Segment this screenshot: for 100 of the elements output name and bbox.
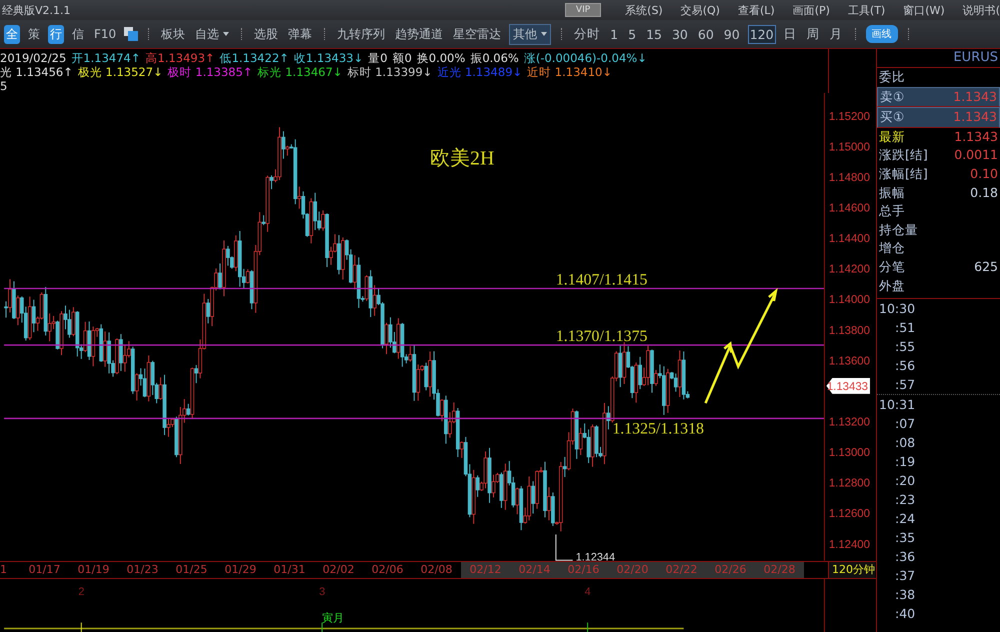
price-axis-label: 1.15000 <box>828 141 870 154</box>
toolbar-button[interactable]: 九转序列 <box>335 24 388 44</box>
date-axis-label: 02/14 <box>510 562 559 578</box>
current-price-tag: 1.13433 <box>826 378 870 394</box>
toolbar-button[interactable]: 趋势通道 <box>393 24 446 44</box>
tick-time: 10:31 <box>877 394 1000 414</box>
date-axis-label: 01/17 <box>28 562 62 578</box>
toolbar-button[interactable]: 弹幕 <box>286 24 314 44</box>
quote-field-value: 0.0011 <box>954 146 998 164</box>
price-level-label: 1.1325/1.1318 <box>612 420 704 438</box>
toolbar-dropdown[interactable]: 自选 <box>193 24 232 44</box>
indicator-value: 5 <box>0 79 8 93</box>
quote-field-value: 1.1343 <box>953 88 997 106</box>
price-axis-label: 1.12400 <box>828 538 870 551</box>
price-level-label: 1.1370/1.1375 <box>556 328 648 346</box>
quote-value: 涨(-0.00046)-0.04%↓ <box>524 51 647 65</box>
symbol-header: EURUS <box>877 49 1000 68</box>
tick-time: :24 <box>894 510 916 528</box>
period-tab[interactable]: 月 <box>828 24 845 44</box>
period-tab[interactable]: 15 <box>644 24 664 44</box>
date-axis-label: 02/28 <box>755 562 804 578</box>
date-axis-label: 01/19 <box>76 562 110 578</box>
tick-time: :20 <box>894 472 916 490</box>
tick-time: :37 <box>894 567 916 586</box>
tick-time: :40 <box>894 605 916 624</box>
quote-label: 涨幅[结] <box>879 164 928 183</box>
quote-value: 额0 <box>392 51 412 65</box>
period-tab[interactable]: 60 <box>696 24 716 44</box>
tick-time: :56 <box>894 357 916 376</box>
quote-value: 开1.13474↑ <box>71 51 140 65</box>
cycle-marker: 4 <box>584 585 591 598</box>
windows-icon[interactable] <box>124 27 138 41</box>
tick-time: :19 <box>894 453 916 472</box>
tick-time: :36 <box>894 548 916 566</box>
toolbar-button[interactable]: 星空雷达 <box>451 24 504 44</box>
quote-value: 换0.00% <box>416 51 466 65</box>
indicator-value: 极时 1.13385↑ <box>168 65 253 79</box>
date-axis-label: 02/12 <box>461 562 510 578</box>
menu-item[interactable]: 工具(T) <box>848 2 886 18</box>
quote-label: 持仓量 <box>879 220 918 239</box>
period-tab[interactable]: 周 <box>804 24 822 44</box>
indicator-value: 近时 1.13410↓ <box>527 65 612 79</box>
menu-item[interactable]: 画面(P) <box>792 2 830 18</box>
toolbar-button[interactable]: 策 <box>26 24 42 44</box>
price-axis-label: 1.14200 <box>828 264 870 276</box>
quote-value: 量0 <box>368 51 388 65</box>
menu-item[interactable]: 窗口(W) <box>903 2 945 18</box>
toolbar-dropdown[interactable]: 其他 <box>509 24 552 44</box>
date-axis-label: 02/16 <box>559 562 608 578</box>
price-axis-label: 1.12800 <box>828 478 870 490</box>
period-label: 120分钟 <box>828 562 875 578</box>
indicator-value: 标时 1.13399↓ <box>347 65 432 79</box>
price-axis-label: 1.13000 <box>828 447 870 460</box>
indicator-value: 光 1.13456↑ <box>0 65 73 79</box>
date-axis-label: 02/08 <box>420 562 454 578</box>
cycle-marker: 3 <box>319 585 326 598</box>
price-level-label: 1.1407/1.1415 <box>556 272 648 289</box>
price-axis-label: 1.15200 <box>828 110 870 123</box>
toolbar-button[interactable]: 板块 <box>159 24 188 44</box>
period-tab[interactable]: 120 <box>748 24 776 44</box>
quote-label: 卖① <box>880 88 904 106</box>
quote-label: 涨跌[结] <box>879 146 928 164</box>
period-tab[interactable]: 5 <box>626 24 638 44</box>
period-tab[interactable]: 30 <box>670 24 690 44</box>
date-axis-label: 01/29 <box>224 562 258 578</box>
menu-item[interactable]: 查看(L) <box>738 2 775 18</box>
period-tab[interactable]: 1 <box>608 24 620 44</box>
date-axis-label: 02/06 <box>370 562 404 578</box>
toolbar-button[interactable]: 信 <box>70 24 86 44</box>
quote-label: 外盘 <box>879 276 905 295</box>
price-axis-label: 1.14800 <box>828 172 870 184</box>
indicator-value: 标光 1.13467↓ <box>258 65 342 79</box>
quote-field-value: 0.18 <box>970 184 998 202</box>
tick-time: :51 <box>894 319 916 338</box>
menu-item[interactable]: 系统(S) <box>625 2 663 18</box>
quote-label: 分笔 <box>879 258 905 276</box>
toolbar-button[interactable]: F10 <box>92 26 118 42</box>
quote-label: 增仓 <box>879 239 905 258</box>
quote-label: 委比 <box>879 68 905 86</box>
menu-item[interactable]: 说明书( <box>962 2 1000 18</box>
tick-time: :55 <box>894 338 916 356</box>
tick-time: :57 <box>894 376 916 394</box>
window-title: 经典版V2.1.1 <box>1 2 71 18</box>
period-tab[interactable]: 90 <box>722 24 742 44</box>
period-tab[interactable]: 分时 <box>572 24 602 44</box>
quote-value: 收1.13433↓ <box>294 51 364 65</box>
menu-item[interactable]: 交易(Q) <box>680 2 720 18</box>
toolbar-button[interactable]: 选股 <box>252 24 280 44</box>
quote-label: 振幅 <box>879 184 905 202</box>
month-label: 寅月 <box>322 611 344 624</box>
period-tab[interactable]: 日 <box>782 24 799 44</box>
tick-time: :08 <box>894 434 916 452</box>
quote-field-value: 625 <box>974 258 998 276</box>
tick-time: :35 <box>894 529 916 548</box>
quote-field-value: 1.1343 <box>953 108 997 126</box>
price-axis-label: 1.13200 <box>828 416 870 428</box>
caret-icon <box>223 32 230 36</box>
tick-time: 10:30 <box>878 300 916 318</box>
date-axis-label: 1 <box>0 562 8 578</box>
caret-icon <box>541 32 548 36</box>
